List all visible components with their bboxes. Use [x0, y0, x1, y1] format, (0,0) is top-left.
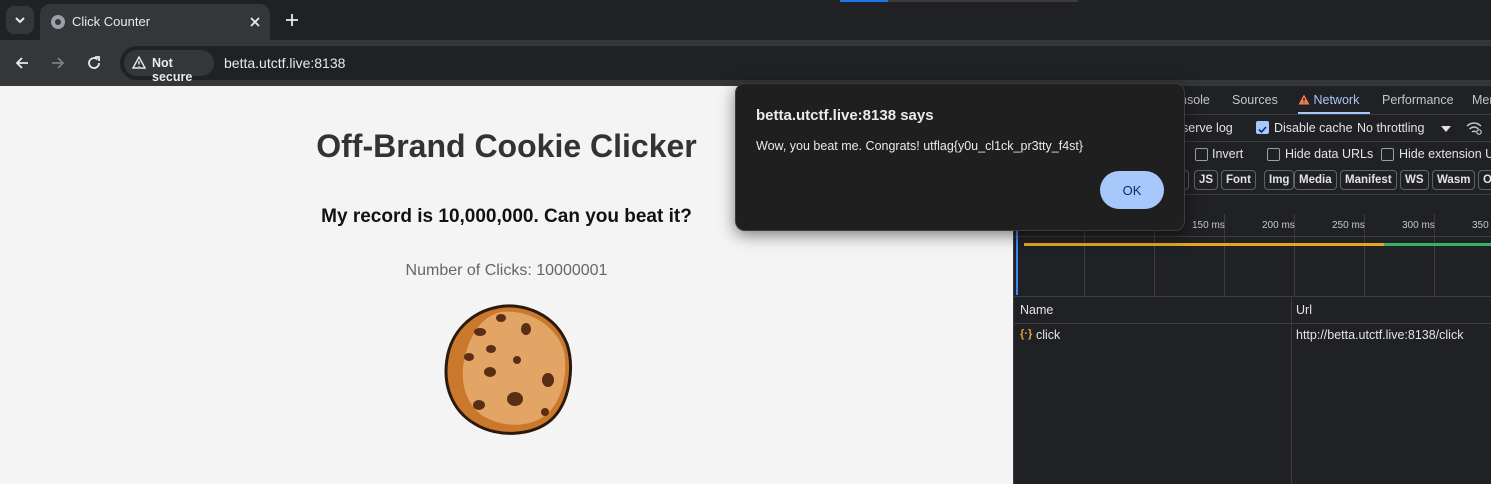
url-text[interactable]: betta.utctf.live:8138	[224, 55, 345, 71]
requests-grid-header: Name Url	[1014, 297, 1491, 324]
chip-js[interactable]: JS	[1194, 170, 1219, 190]
timeline-tick-label: 350	[1472, 220, 1489, 231]
ok-button[interactable]: OK	[1100, 171, 1164, 209]
timeline-download-bar	[1384, 243, 1491, 246]
browser-toolbar: Not secure betta.utctf.live:8138	[0, 40, 1491, 86]
tab-memory[interactable]: Mer	[1472, 93, 1491, 107]
address-bar[interactable]: Not secure betta.utctf.live:8138	[120, 46, 1491, 84]
timeline-tick-label: 150 ms	[1192, 220, 1225, 231]
column-header-url[interactable]: Url	[1296, 303, 1312, 317]
column-header-name[interactable]: Name	[1020, 303, 1053, 317]
preserve-log-label[interactable]: serve log	[1182, 121, 1233, 135]
invert-checkbox[interactable]	[1195, 148, 1208, 161]
timeline-waiting-bar	[1024, 243, 1384, 246]
hide-data-urls-label: Hide data URLs	[1285, 147, 1374, 161]
checkmark-icon	[1258, 126, 1267, 134]
hide-extension-urls-checkbox[interactable]	[1381, 148, 1394, 161]
request-name: click	[1036, 328, 1061, 342]
throttling-select[interactable]: No throttling	[1357, 121, 1424, 135]
reload-icon[interactable]	[84, 53, 104, 73]
tab-click-counter[interactable]: Click Counter	[40, 4, 270, 40]
disable-cache-checkbox[interactable]	[1256, 121, 1269, 134]
chip-ws[interactable]: WS	[1400, 170, 1429, 190]
tab-strip: Click Counter	[0, 0, 1491, 40]
timeline-cursor	[1016, 231, 1018, 295]
tab-search-button[interactable]	[6, 6, 34, 34]
globe-icon	[51, 15, 65, 29]
click-counter: Number of Clicks: 10000001	[405, 262, 608, 279]
timeline-header-divider	[1014, 236, 1491, 237]
hide-extension-urls-label: Hide extension UR	[1399, 147, 1491, 161]
hide-data-urls-checkbox[interactable]	[1267, 148, 1280, 161]
network-conditions-icon[interactable]	[1465, 120, 1483, 136]
chip-font[interactable]: Font	[1221, 170, 1256, 190]
dropdown-caret-icon[interactable]	[1441, 126, 1451, 132]
security-label: Not secure	[152, 56, 193, 84]
chip-other[interactable]: O	[1478, 170, 1491, 190]
dialog-message: Wow, you beat me. Congrats! utflag{y0u_c…	[756, 139, 1084, 153]
chip-img[interactable]: Img	[1264, 170, 1295, 190]
timeline-tick-label: 200 ms	[1262, 220, 1295, 231]
active-tab-underline	[1298, 112, 1370, 114]
window-accent-bar-2	[888, 0, 1078, 2]
alert-dialog: betta.utctf.live:8138 says Wow, you beat…	[735, 83, 1185, 231]
warning-icon	[1298, 94, 1310, 105]
dialog-title: betta.utctf.live:8138 says	[756, 107, 934, 124]
new-tab-plus-icon[interactable]	[282, 10, 302, 30]
fetch-request-icon: {·}	[1020, 328, 1033, 340]
tab-network[interactable]: Network	[1298, 93, 1359, 107]
forward-arrow-icon[interactable]	[48, 53, 68, 73]
close-icon[interactable]	[246, 13, 264, 31]
disable-cache-label[interactable]: Disable cache	[1274, 121, 1353, 135]
tab-performance[interactable]: Performance	[1382, 93, 1454, 107]
chevron-down-icon	[15, 17, 25, 24]
chip-wasm[interactable]: Wasm	[1432, 170, 1476, 190]
request-url: http://betta.utctf.live:8138/click	[1296, 328, 1464, 342]
timeline-tick-label: 250 ms	[1332, 220, 1365, 231]
warning-triangle-icon	[132, 56, 146, 69]
tab-title: Click Counter	[72, 14, 151, 29]
tab-network-label: Network	[1313, 93, 1360, 107]
chip-media[interactable]: Media	[1294, 170, 1337, 190]
chip-manifest[interactable]: Manifest	[1340, 170, 1397, 190]
cookie-button[interactable]	[443, 304, 573, 436]
tab-sources[interactable]: Sources	[1232, 93, 1278, 107]
timeline-tick-label: 300 ms	[1402, 220, 1435, 231]
back-arrow-icon[interactable]	[12, 53, 32, 73]
window-accent-bar	[840, 0, 888, 2]
security-chip[interactable]: Not secure	[124, 50, 214, 84]
table-row[interactable]: {·} click http://betta.utctf.live:8138/c…	[1014, 324, 1491, 346]
invert-label: Invert	[1212, 147, 1244, 161]
